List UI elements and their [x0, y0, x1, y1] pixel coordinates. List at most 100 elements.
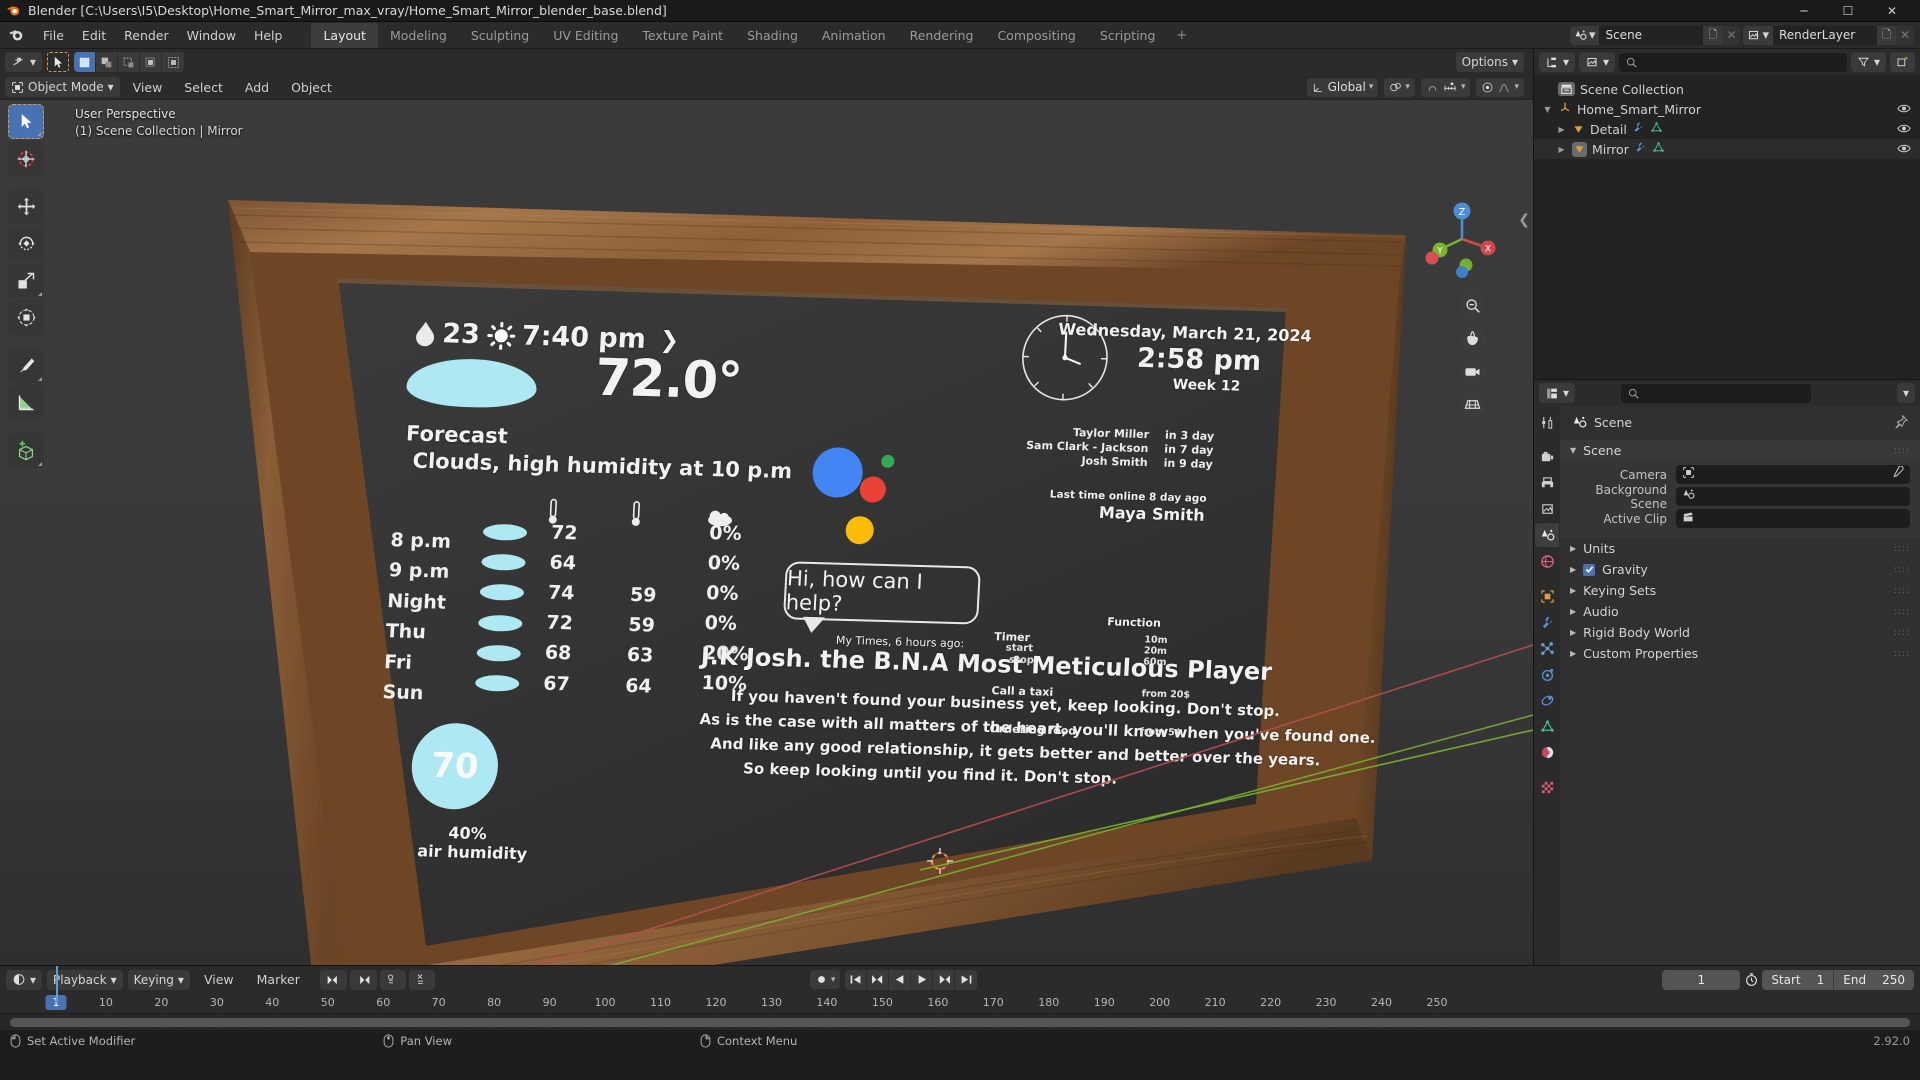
proportional-editing-group[interactable]: ▾: [1476, 77, 1524, 97]
keying-dropdown[interactable]: Keying ▾: [127, 969, 190, 990]
scene-name-field[interactable]: Scene: [1599, 25, 1704, 45]
panel-header-scene[interactable]: ▼ Scene::::: [1560, 440, 1920, 461]
snap-pivot-dropdown[interactable]: ▾: [1384, 77, 1415, 97]
panel-header-rigid-body-world[interactable]: ▶ Rigid Body World::::: [1560, 622, 1920, 643]
menu-file[interactable]: File: [34, 25, 73, 46]
close-button[interactable]: ✕: [1870, 0, 1914, 22]
blender-menu-icon[interactable]: [6, 26, 26, 44]
menu-window[interactable]: Window: [178, 25, 245, 46]
pan-view-button[interactable]: [1459, 325, 1486, 352]
outliner-row-scene-collection[interactable]: Scene Collection: [1534, 79, 1920, 99]
tab-compositing[interactable]: Compositing: [985, 23, 1087, 48]
timeline-editor-type-button[interactable]: ▾: [6, 969, 43, 990]
expander-arrow[interactable]: ▶: [1556, 145, 1567, 154]
properties-editor-type-button[interactable]: ▾: [1539, 383, 1576, 403]
menu-help[interactable]: Help: [245, 25, 292, 46]
tab-shading[interactable]: Shading: [735, 23, 810, 48]
panel-arrow[interactable]: ▶: [1570, 586, 1576, 595]
start-frame-field[interactable]: Start 1: [1762, 969, 1835, 990]
jump-next-keyframe-button[interactable]: [349, 969, 377, 990]
viewlayer-name-field[interactable]: RenderLayer: [1773, 25, 1877, 45]
jump-prev-keyframe-button-2[interactable]: [867, 969, 890, 990]
panel-header-keying-sets[interactable]: ▶ Keying Sets::::: [1560, 580, 1920, 601]
play-button[interactable]: [911, 969, 934, 990]
timeline-menu-marker[interactable]: Marker: [248, 969, 309, 990]
add-cube-tool[interactable]: [8, 433, 44, 468]
panel-arrow[interactable]: ▶: [1570, 607, 1576, 616]
function-row[interactable]: Timer start stop 10m 20m 60m: [993, 630, 1225, 676]
tab-texture-icon[interactable]: [1535, 775, 1559, 799]
viewport-menu-view[interactable]: View: [124, 77, 172, 98]
scene-datablock[interactable]: ▾ Scene 🗋 ✕: [1569, 25, 1741, 45]
tab-world-icon[interactable]: [1535, 549, 1559, 573]
panel-header-custom-properties[interactable]: ▶ Custom Properties::::: [1560, 643, 1920, 664]
panel-arrow[interactable]: ▶: [1570, 628, 1576, 637]
panel-arrow[interactable]: ▶: [1570, 565, 1576, 574]
transform-orientation-dropdown[interactable]: Global ▾: [1306, 77, 1379, 97]
maximize-button[interactable]: ☐: [1826, 0, 1870, 22]
outliner-row-home-smart-mirror[interactable]: ▼ Home_Smart_Mirror: [1534, 99, 1920, 119]
eyedropper-icon[interactable]: [1891, 465, 1904, 483]
panel-arrow[interactable]: ▼: [1570, 446, 1576, 455]
timeline-playhead[interactable]: [56, 966, 58, 1003]
outliner-row-mirror[interactable]: ▶ Mirror: [1534, 139, 1920, 159]
select-extend-icon[interactable]: [96, 52, 119, 72]
select-box-icon[interactable]: [74, 52, 97, 72]
tab-animation[interactable]: Animation: [810, 23, 898, 48]
timeline-scrollbar[interactable]: [10, 1018, 1910, 1027]
tab-constraints-icon[interactable]: [1535, 688, 1559, 712]
property-field-camera[interactable]: [1676, 465, 1910, 484]
tab-texture-paint[interactable]: Texture Paint: [630, 23, 735, 48]
unlink-scene-button[interactable]: ✕: [1722, 25, 1741, 45]
panel-header-gravity[interactable]: ▶ Gravity::::: [1560, 559, 1920, 580]
expander-arrow[interactable]: ▶: [1556, 125, 1567, 134]
timeline-menu-view[interactable]: View: [195, 969, 243, 990]
chevron-right-icon[interactable]: ❯: [659, 327, 680, 354]
outliner-search-input[interactable]: [1619, 52, 1847, 72]
navigation-gizmo[interactable]: Z Y X: [1423, 200, 1501, 278]
tab-physics-icon[interactable]: [1535, 662, 1559, 686]
tab-particles-icon[interactable]: [1535, 636, 1559, 660]
tab-modifier-icon[interactable]: [1535, 610, 1559, 634]
outliner-filter-button[interactable]: ▾: [1850, 52, 1886, 72]
function-row[interactable]: Ordering food from 5$: [988, 722, 1220, 768]
property-field-background-scene[interactable]: [1676, 487, 1910, 506]
tab-scene-icon[interactable]: [1535, 523, 1559, 547]
measure-tool[interactable]: [8, 385, 44, 420]
jump-to-start-button[interactable]: [845, 969, 868, 990]
playback-dropdown[interactable]: Playback ▾: [47, 969, 123, 990]
delete-keyframe-button[interactable]: [408, 969, 435, 990]
select-intersect-icon[interactable]: [140, 52, 163, 72]
transform-tool[interactable]: [8, 300, 44, 335]
jump-prev-keyframe-button[interactable]: [319, 969, 347, 990]
snap-toggle-group[interactable]: ▾: [1420, 77, 1471, 97]
add-workspace-button[interactable]: +: [1167, 24, 1196, 47]
panel-grip[interactable]: ::::: [1894, 607, 1910, 617]
current-frame-field[interactable]: 1: [1662, 969, 1741, 990]
visibility-eye-icon[interactable]: [1897, 142, 1911, 157]
panel-grip[interactable]: ::::: [1894, 586, 1910, 596]
panel-grip[interactable]: ::::: [1894, 649, 1910, 659]
pin-icon[interactable]: [1894, 415, 1908, 429]
expander-arrow[interactable]: ▼: [1542, 105, 1553, 114]
tab-uv-editing[interactable]: UV Editing: [541, 23, 630, 48]
tab-layout[interactable]: Layout: [311, 22, 378, 48]
panel-grip[interactable]: ::::: [1894, 565, 1910, 575]
object-mode-dropdown[interactable]: Object Mode ▾: [5, 77, 120, 97]
properties-options-button[interactable]: ▾: [1896, 383, 1915, 403]
jump-to-end-button[interactable]: [955, 969, 978, 990]
play-reverse-button[interactable]: [889, 969, 912, 990]
scale-tool[interactable]: [8, 263, 44, 298]
tweak-select-tool[interactable]: [8, 104, 44, 139]
visibility-eye-icon[interactable]: [1897, 122, 1911, 137]
active-tool-indicator[interactable]: [47, 52, 70, 72]
tab-material-icon[interactable]: [1535, 740, 1559, 764]
new-collection-button[interactable]: [1890, 52, 1915, 72]
tab-rendering[interactable]: Rendering: [898, 23, 986, 48]
panel-grip[interactable]: ::::: [1894, 628, 1910, 638]
tab-modeling[interactable]: Modeling: [378, 23, 459, 48]
gravity-checkbox[interactable]: [1583, 563, 1596, 576]
remove-viewlayer-button[interactable]: ✕: [1896, 25, 1914, 45]
tab-tool-icon[interactable]: [1535, 410, 1559, 434]
editor-type-button[interactable]: ▾: [5, 52, 43, 72]
